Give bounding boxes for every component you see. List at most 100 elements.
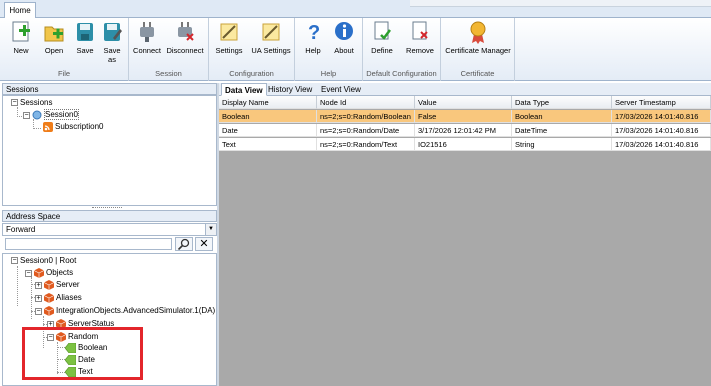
cell-node-id: ns=2;s=0:Random/Text: [317, 138, 415, 151]
tree-item-integration-objects[interactable]: − IntegrationObjects.AdvancedSimulator.1(…: [35, 306, 215, 316]
group-certificate: Certificate Manager Certificate: [441, 18, 515, 81]
settings-label: Settings: [215, 46, 243, 55]
clear-search-button[interactable]: ✕: [195, 237, 213, 251]
about-button[interactable]: About: [331, 20, 357, 55]
cell-value: IO21516: [415, 138, 512, 151]
cell-display-name: Boolean: [219, 110, 317, 123]
disconnect-button[interactable]: Disconnect: [165, 20, 205, 55]
expand-toggle[interactable]: +: [35, 294, 42, 302]
group-help-caption: Help: [320, 69, 337, 78]
column-header-display-name[interactable]: Display Name: [219, 96, 317, 109]
browse-direction-value: Forward: [6, 225, 36, 234]
group-default-configuration: Define Remove Default Configuration: [363, 18, 441, 81]
open-button[interactable]: Open: [40, 20, 68, 55]
connect-button[interactable]: Connect: [132, 20, 162, 55]
object-cube-icon: [43, 306, 55, 316]
remove-button[interactable]: Remove: [403, 20, 437, 55]
collapse-toggle[interactable]: −: [11, 257, 18, 265]
group-certificate-caption: Certificate: [460, 69, 495, 78]
tab-history-view[interactable]: History View: [265, 83, 315, 96]
collapse-toggle[interactable]: −: [25, 269, 32, 277]
column-header-server-timestamp[interactable]: Server Timestamp: [612, 96, 711, 109]
column-header-node-id[interactable]: Node Id: [317, 96, 415, 109]
collapse-toggle[interactable]: −: [35, 307, 42, 315]
cell-display-name: Date: [219, 124, 317, 137]
object-cube-icon: [33, 268, 45, 278]
cell-data-type: String: [512, 138, 612, 151]
collapse-toggle[interactable]: −: [23, 111, 30, 119]
cell-value: 3/17/2026 12:01:42 PM: [415, 124, 512, 137]
certificate-manager-button[interactable]: Certificate Manager: [444, 20, 512, 55]
open-label: Open: [44, 46, 64, 55]
disconnect-plug-icon: [178, 22, 194, 41]
cell-server-timestamp: 17/03/2026 14:01:40.816: [612, 110, 711, 123]
new-button[interactable]: New: [8, 20, 34, 55]
remove-label: Remove: [406, 46, 434, 55]
settings-icon: [220, 23, 238, 41]
help-label: Help: [305, 46, 321, 55]
tree-item-sessions[interactable]: − Sessions: [11, 98, 52, 108]
about-label: About: [334, 46, 354, 55]
cell-node-id: ns=2;s=0:Random/Date: [317, 124, 415, 137]
define-label: Define: [371, 46, 393, 55]
about-info-icon: [335, 22, 353, 40]
group-file-caption: File: [57, 69, 71, 78]
help-button[interactable]: ? Help: [301, 20, 325, 55]
connect-plug-icon: [140, 22, 154, 42]
disconnect-label: Disconnect: [166, 46, 204, 55]
group-configuration-caption: Configuration: [229, 69, 274, 78]
define-button[interactable]: Define: [367, 20, 397, 55]
tab-home[interactable]: Home: [4, 2, 36, 19]
address-space-title: Address Space: [2, 210, 217, 222]
certificate-manager-label: Certificate Manager: [445, 46, 511, 55]
tree-item-server[interactable]: + Server: [35, 280, 80, 290]
save-as-label: Save as: [103, 46, 121, 64]
group-file: New Open Save Save as File: [0, 18, 129, 81]
tab-event-view[interactable]: Event View: [318, 83, 364, 96]
column-header-value[interactable]: Value: [415, 96, 512, 109]
group-configuration: Settings UA Settings Configuration: [209, 18, 295, 81]
save-button[interactable]: Save: [72, 20, 98, 55]
expand-toggle[interactable]: +: [35, 281, 42, 289]
table-row[interactable]: Date ns=2;s=0:Random/Date 3/17/2026 12:0…: [219, 124, 711, 137]
highlight-annotation-box: [22, 327, 143, 380]
chevron-down-icon[interactable]: ▼: [205, 224, 216, 235]
define-icon: [374, 21, 391, 40]
tree-item-session0[interactable]: − Session0: [23, 109, 79, 121]
new-icon: [12, 21, 30, 42]
table-row[interactable]: Text ns=2;s=0:Random/Text IO21516 String…: [219, 138, 711, 151]
ua-settings-icon: [262, 23, 280, 41]
save-label: Save: [76, 46, 94, 55]
search-button[interactable]: [175, 237, 193, 251]
settings-button[interactable]: Settings: [213, 20, 245, 55]
table-row[interactable]: Boolean ns=2;s=0:Random/Boolean False Bo…: [219, 110, 711, 123]
tree-item-root[interactable]: − Session0 | Root: [11, 256, 76, 266]
splitter-grip[interactable]: [92, 207, 122, 209]
object-cube-icon: [43, 280, 55, 290]
browse-direction-select[interactable]: Forward ▼: [2, 223, 217, 236]
svg-text:?: ?: [308, 22, 320, 44]
rss-subscription-icon: [43, 122, 53, 132]
grid-header: Display Name Node Id Value Data Type Ser…: [219, 96, 711, 109]
tree-item-subscription0[interactable]: Subscription0: [43, 122, 103, 132]
column-header-data-type[interactable]: Data Type: [512, 96, 612, 109]
tree-item-objects[interactable]: − Objects: [25, 268, 73, 278]
collapse-toggle[interactable]: −: [11, 99, 18, 107]
tree-item-aliases[interactable]: + Aliases: [35, 293, 82, 303]
new-label: New: [13, 46, 29, 55]
address-search-input[interactable]: [5, 238, 172, 250]
group-session-caption: Session: [155, 69, 182, 78]
group-session: Connect Disconnect Session: [129, 18, 209, 81]
save-as-button[interactable]: Save as: [100, 20, 124, 64]
view-tabs: Data View History View Event View: [219, 83, 711, 96]
session-icon: [32, 110, 42, 120]
tree-item-label: Objects: [46, 268, 74, 278]
tab-data-view[interactable]: Data View: [221, 83, 267, 96]
ua-settings-button[interactable]: UA Settings: [249, 20, 293, 55]
search-icon: [177, 238, 190, 251]
group-default-configuration-caption: Default Configuration: [366, 69, 437, 78]
open-folder-icon: [44, 26, 64, 42]
cell-data-type: Boolean: [512, 110, 612, 123]
tree-item-label: Session0: [44, 109, 79, 121]
data-view-grid: Display Name Node Id Value Data Type Ser…: [219, 96, 711, 386]
